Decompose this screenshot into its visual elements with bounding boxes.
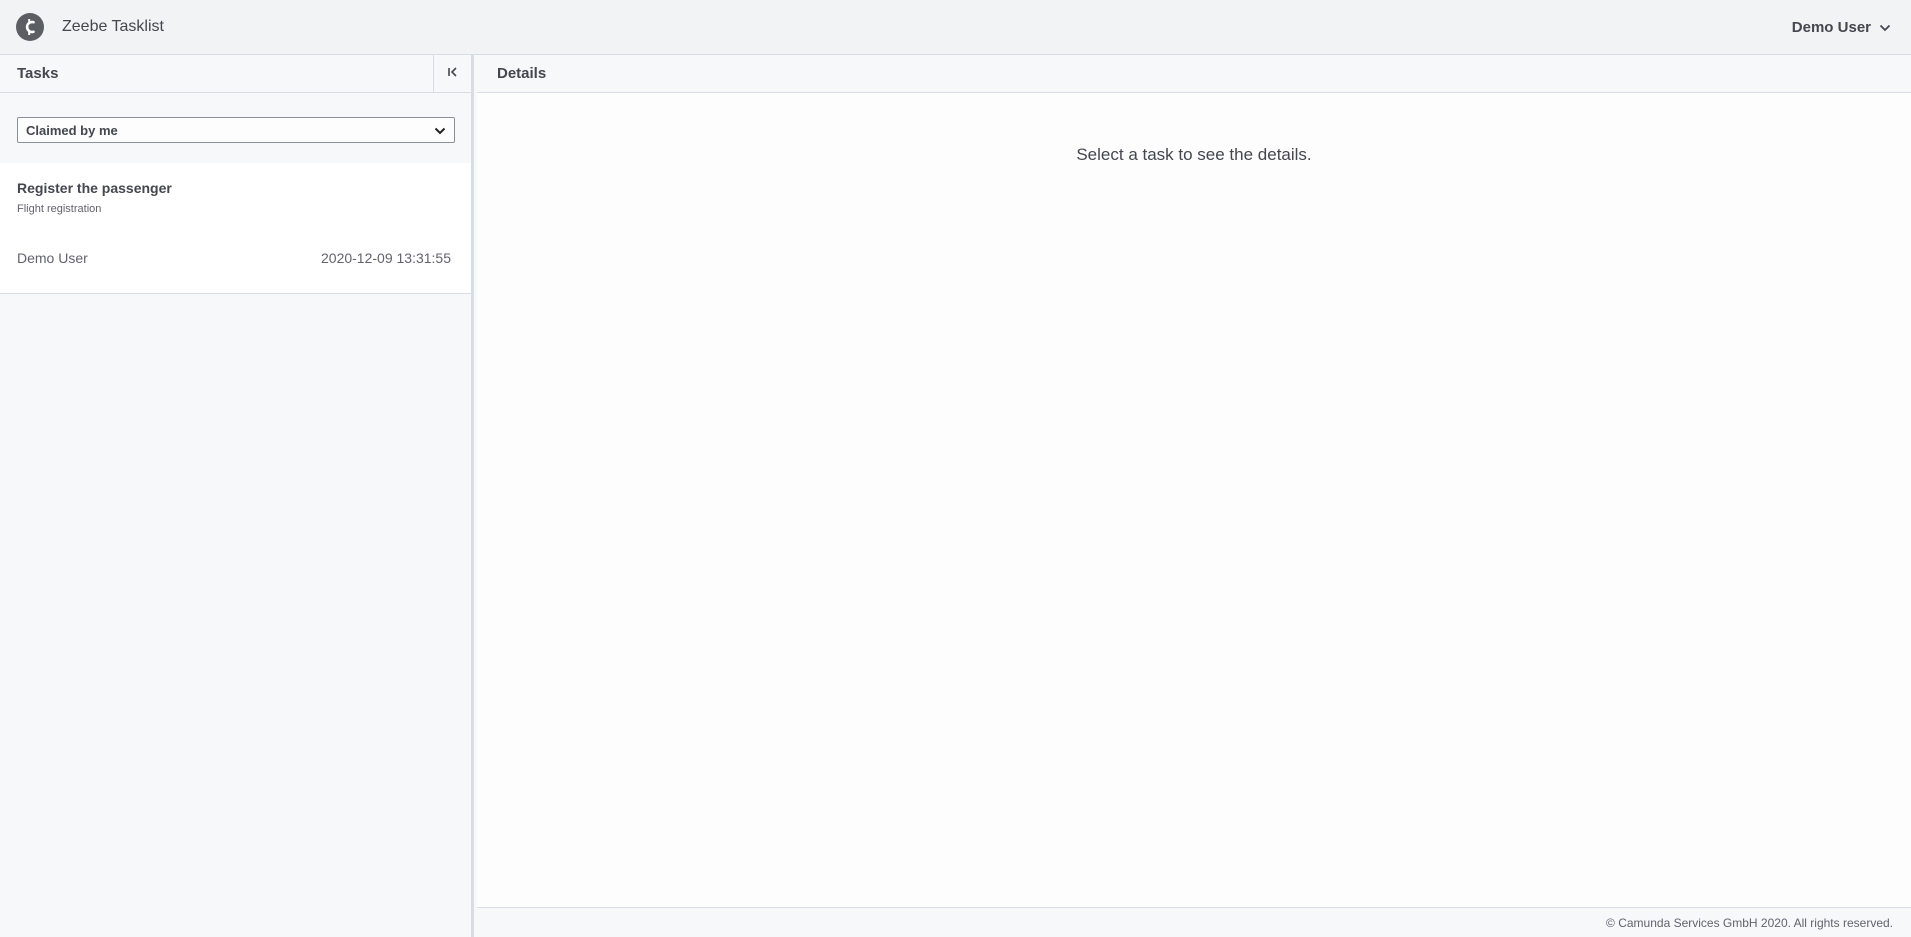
task-list-item[interactable]: Register the passenger Flight registrati…: [0, 163, 471, 294]
chevron-down-icon: [1879, 22, 1891, 34]
app-root: Zeebe Tasklist Demo User Tasks Claimed b…: [0, 0, 1911, 937]
task-meta: Demo User 2020-12-09 13:31:55: [17, 250, 451, 266]
collapse-left-icon: [447, 65, 459, 83]
task-name: Register the passenger: [17, 180, 172, 196]
chevron-down-icon: [434, 123, 446, 138]
details-panel: Details Select a task to see the details…: [477, 55, 1911, 937]
task-process-name: Flight registration: [17, 203, 102, 215]
task-filter-value: Claimed by me: [26, 122, 118, 138]
app-title: Zeebe Tasklist: [62, 18, 164, 35]
copyright-text: © Camunda Services GmbH 2020. All rights…: [1606, 915, 1893, 930]
user-menu-button[interactable]: Demo User: [1792, 0, 1891, 55]
details-panel-title: Details: [497, 65, 547, 82]
tasks-panel-title: Tasks: [17, 65, 59, 82]
tasks-panel: Tasks Claimed by me Register the passeng…: [0, 55, 474, 937]
task-assignee: Demo User: [17, 250, 88, 266]
app-header: Zeebe Tasklist Demo User: [0, 0, 1911, 55]
details-panel-header: Details: [477, 55, 1911, 93]
user-name: Demo User: [1791, 19, 1871, 36]
app-footer: © Camunda Services GmbH 2020. All rights…: [477, 907, 1911, 937]
task-created-date: 2020-12-09 13:31:55: [321, 250, 451, 266]
task-filter-select[interactable]: Claimed by me: [17, 117, 455, 143]
empty-state-message: Select a task to see the details.: [1076, 145, 1312, 164]
collapse-panel-button[interactable]: [433, 55, 471, 92]
tasks-panel-header: Tasks: [0, 55, 471, 93]
filter-container: Claimed by me: [0, 93, 471, 163]
camunda-logo-icon[interactable]: [16, 13, 44, 41]
